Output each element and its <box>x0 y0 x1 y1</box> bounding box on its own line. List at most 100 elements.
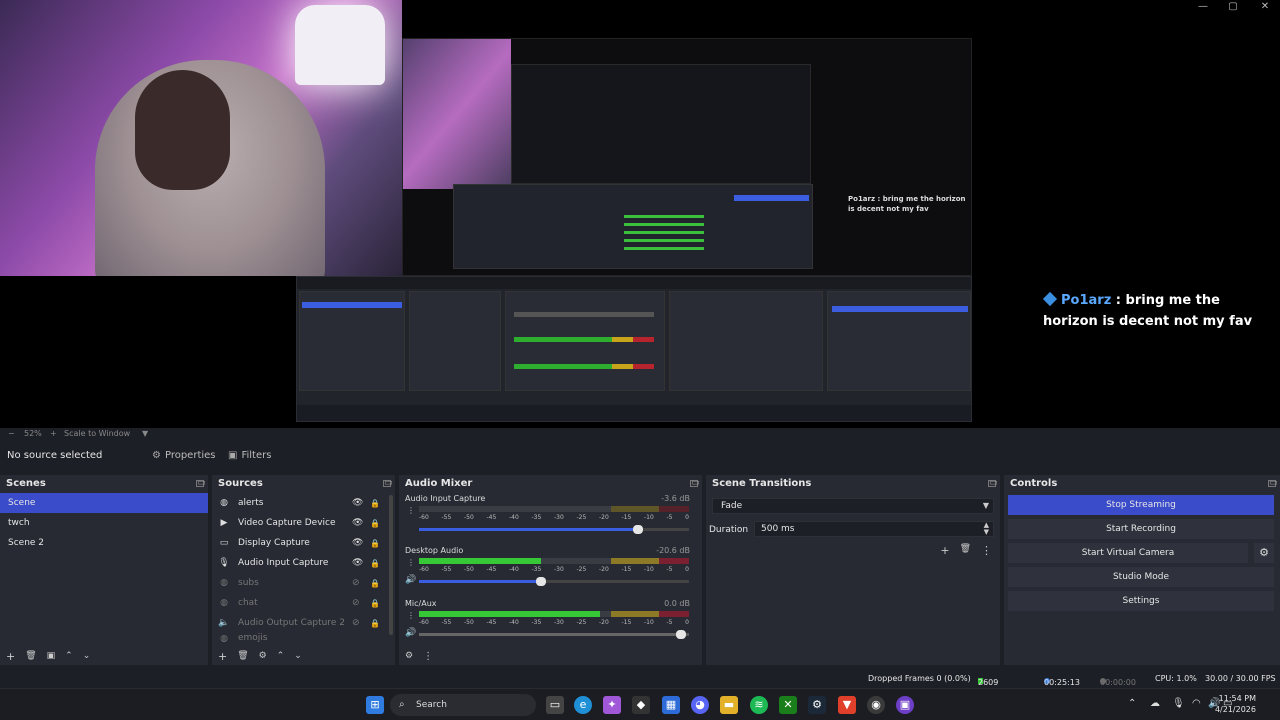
discord-icon[interactable]: ◕ <box>691 696 709 714</box>
obs-icon[interactable]: ◉ <box>867 696 885 714</box>
undock-icon[interactable]: ▭ <box>383 478 393 487</box>
eye-hidden-icon[interactable]: ⊘ <box>352 618 360 628</box>
source-item-display-capture[interactable]: ▭ Display Capture 👁 🔒 <box>212 533 395 553</box>
remove-transition-icon[interactable]: 🗑 <box>960 544 971 557</box>
remove-scene-icon[interactable]: 🗑 <box>25 651 36 661</box>
sources-scrollbar[interactable] <box>389 495 393 635</box>
nested-chat-text: Po1arz : bring me the horizon is decent … <box>848 195 966 213</box>
scene-item-scene[interactable]: Scene <box>0 493 208 513</box>
folder-icon[interactable]: ▬ <box>720 696 738 714</box>
copilot-icon[interactable]: ✦ <box>603 696 621 714</box>
spotify-icon[interactable]: ≋ <box>750 696 768 714</box>
taskbar-clock[interactable]: 11:54 PM 4/21/2026 <box>1215 693 1256 715</box>
kebab-menu-icon[interactable]: ⋮ <box>407 506 415 515</box>
volume-slider[interactable] <box>419 525 689 534</box>
source-item-emojis[interactable]: ◍ emojis <box>212 633 395 643</box>
eye-icon[interactable]: 👁 <box>352 518 363 528</box>
move-down-icon[interactable]: ⌄ <box>294 651 302 661</box>
add-transition-icon[interactable]: + <box>940 544 949 557</box>
source-item-subs[interactable]: ◍ subs ⊘ 🔒 <box>212 573 395 593</box>
filter-icon: ▣ <box>228 450 238 461</box>
level-meter <box>419 558 689 564</box>
edge-icon[interactable]: e <box>574 696 592 714</box>
undock-icon[interactable]: ▭ <box>1268 478 1278 487</box>
kebab-menu-icon[interactable]: ⋮ <box>407 558 415 567</box>
brave-icon[interactable]: ▼ <box>838 696 856 714</box>
start-recording-button[interactable]: Start Recording <box>1008 519 1274 539</box>
eye-hidden-icon[interactable]: ⊘ <box>352 598 360 608</box>
task-view-icon[interactable]: ▭ <box>546 696 564 714</box>
source-item-chat[interactable]: ◍ chat ⊘ 🔒 <box>212 593 395 613</box>
lock-icon[interactable]: 🔒 <box>370 539 380 548</box>
advanced-audio-icon[interactable]: ⚙ <box>405 651 413 661</box>
twitch-icon[interactable]: ▣ <box>896 696 914 714</box>
store-icon[interactable]: ▦ <box>662 696 680 714</box>
undock-icon[interactable]: ▭ <box>690 478 700 487</box>
speaker-icon[interactable]: 🔊 <box>405 628 416 638</box>
xbox-icon[interactable]: ✕ <box>779 696 797 714</box>
mic-icon[interactable]: 🎙 <box>1172 698 1185 709</box>
move-up-icon[interactable]: ⌃ <box>277 651 285 661</box>
kebab-menu-icon[interactable]: ⋮ <box>407 611 415 620</box>
gear-icon[interactable]: ⚙ <box>259 651 267 661</box>
start-virtual-camera-button[interactable]: Start Virtual Camera <box>1008 543 1248 563</box>
kebab-menu-icon[interactable]: ⋮ <box>981 544 992 557</box>
studio-mode-button[interactable]: Studio Mode <box>1008 567 1274 587</box>
lock-icon[interactable]: 🔒 <box>370 559 380 568</box>
properties-button[interactable]: ⚙ Properties <box>146 447 222 465</box>
filters-button[interactable]: ▣ Filters <box>222 447 277 465</box>
source-item-audio-output[interactable]: 🔈 Audio Output Capture 2 ⊘ 🔒 <box>212 613 395 633</box>
add-source-icon[interactable]: + <box>218 650 227 663</box>
scene-filters-icon[interactable]: ▣ <box>47 651 56 661</box>
settings-button[interactable]: Settings <box>1008 591 1274 611</box>
windows-start-icon[interactable]: ⊞ <box>366 696 384 714</box>
volume-slider[interactable] <box>419 577 689 586</box>
transition-select[interactable]: Fade ▼ <box>712 498 994 514</box>
eye-hidden-icon[interactable]: ⊘ <box>352 578 360 588</box>
stream-preview[interactable]: — ▢ ✕ Po1arz : bring me the horizon is d… <box>0 0 1280 428</box>
scene-item-twch[interactable]: twch <box>0 513 208 533</box>
steam-icon[interactable]: ⚙ <box>808 696 826 714</box>
remove-source-icon[interactable]: 🗑 <box>237 651 248 661</box>
undock-icon[interactable]: ▭ <box>988 478 998 487</box>
cloud-icon[interactable]: ☁ <box>1150 698 1160 709</box>
move-up-icon[interactable]: ⌃ <box>65 651 73 661</box>
taskbar-search[interactable]: ⌕ Search <box>390 694 536 716</box>
undock-icon[interactable]: ▭ <box>196 478 206 487</box>
lock-icon[interactable]: 🔒 <box>370 579 380 588</box>
app-icon[interactable]: ◆ <box>632 696 650 714</box>
db-tick: 0 <box>685 619 689 626</box>
scale-mode-dropdown-icon[interactable]: ▼ <box>142 429 148 438</box>
speaker-icon[interactable]: 🔊 <box>405 575 416 585</box>
db-tick: -20 <box>599 514 609 521</box>
close-icon[interactable]: ✕ <box>1250 0 1280 14</box>
spinner-icon[interactable]: ▲ ▼ <box>984 522 989 536</box>
source-item-audio-input[interactable]: 🎙 Audio Input Capture 👁 🔒 <box>212 553 395 573</box>
gear-icon[interactable]: ⚙ <box>1254 543 1274 563</box>
volume-slider[interactable] <box>419 630 689 639</box>
stop-streaming-button[interactable]: Stop Streaming <box>1008 495 1274 515</box>
maximize-icon[interactable]: ▢ <box>1218 0 1248 14</box>
minimize-icon[interactable]: — <box>1188 0 1218 14</box>
kebab-menu-icon[interactable]: ⋮ <box>423 651 433 662</box>
cpu-usage: CPU: 1.0% <box>1155 674 1197 683</box>
chevron-up-icon[interactable]: ⌃ <box>1128 698 1136 709</box>
eye-icon[interactable]: 👁 <box>352 538 363 548</box>
wifi-icon[interactable]: ◠ <box>1192 698 1201 709</box>
lock-icon[interactable]: 🔒 <box>370 499 380 508</box>
lock-icon[interactable]: 🔒 <box>370 519 380 528</box>
source-item-video-capture[interactable]: ▶ Video Capture Device 👁 🔒 <box>212 513 395 533</box>
monitor-icon: ▭ <box>219 538 229 548</box>
scale-mode[interactable]: Scale to Window <box>64 429 130 438</box>
lock-icon[interactable]: 🔒 <box>370 619 380 628</box>
add-scene-icon[interactable]: + <box>6 650 15 663</box>
eye-icon[interactable]: 👁 <box>352 498 363 508</box>
zoom-in-icon[interactable]: + <box>50 429 57 438</box>
source-item-alerts[interactable]: ◍ alerts 👁 🔒 <box>212 493 395 513</box>
duration-input[interactable]: 500 ms ▲ ▼ <box>754 521 994 537</box>
move-down-icon[interactable]: ⌄ <box>83 651 91 661</box>
scene-item-scene-2[interactable]: Scene 2 <box>0 533 208 553</box>
eye-icon[interactable]: 👁 <box>352 558 363 568</box>
zoom-out-icon[interactable]: − <box>8 429 15 438</box>
lock-icon[interactable]: 🔒 <box>370 599 380 608</box>
